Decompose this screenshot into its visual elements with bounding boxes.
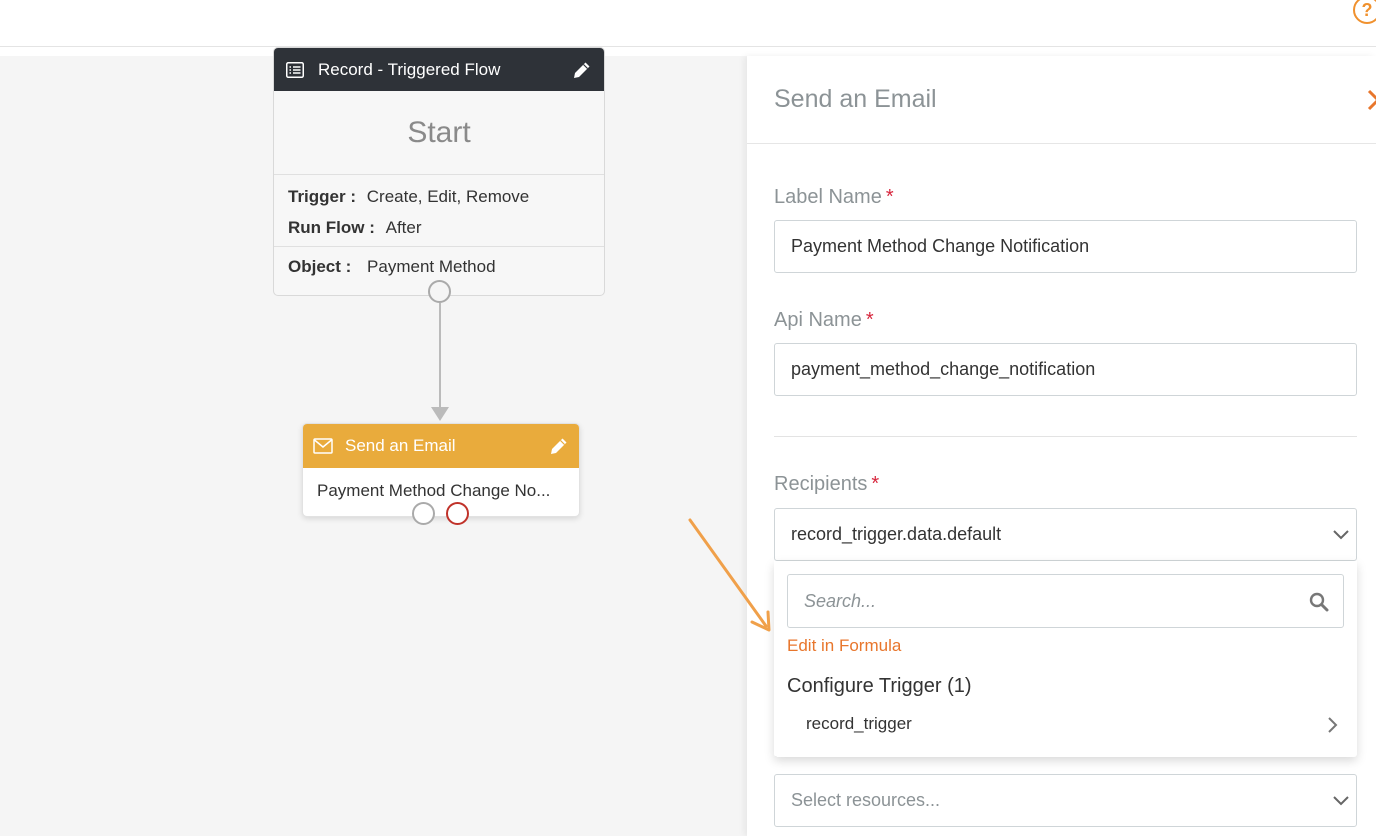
chevron-right-icon[interactable]	[1366, 89, 1376, 111]
search-icon[interactable]	[1309, 592, 1329, 612]
panel-title: Send an Email	[774, 85, 937, 113]
flow-arrowhead	[431, 407, 449, 421]
object-value: Payment Method	[367, 257, 496, 276]
send-email-node[interactable]: Send an Email Payment Method Change No..…	[302, 423, 580, 517]
dropdown-item-label: record_trigger	[806, 714, 912, 733]
list-icon	[286, 61, 304, 78]
email-success-connector[interactable]	[412, 502, 435, 525]
required-marker: *	[885, 186, 894, 208]
run-flow-label: Run Flow :	[288, 218, 375, 237]
start-node[interactable]: Record - Triggered Flow Start Trigger : …	[273, 47, 605, 296]
api-name-input[interactable]: payment_method_change_notification	[774, 343, 1357, 396]
help-icon[interactable]: ?	[1353, 0, 1376, 24]
send-email-node-title: Send an Email	[345, 436, 456, 455]
start-node-title: Record - Triggered Flow	[318, 59, 501, 79]
start-output-connector[interactable]	[428, 280, 451, 303]
run-flow-value: After	[385, 218, 422, 237]
dropdown-item-record-trigger[interactable]: record_trigger	[774, 707, 1357, 741]
mail-icon	[313, 438, 333, 454]
edit-in-formula-link[interactable]: Edit in Formula	[787, 636, 901, 656]
properties-panel: Send an Email Label Name * Payment Method…	[747, 56, 1376, 836]
api-name-label: Api Name *	[774, 309, 874, 331]
recipients-dropdown: Search... Edit in Formula Configure Trig…	[774, 561, 1357, 757]
configure-trigger-group: Configure Trigger (1)	[787, 675, 972, 697]
trigger-value: Create, Edit, Remove	[366, 187, 530, 206]
start-object-info: Object : Payment Method	[274, 247, 604, 277]
annotation-arrow	[688, 518, 771, 632]
label-name-input[interactable]: Payment Method Change Notification	[774, 220, 1357, 273]
chevron-right-icon	[1328, 717, 1338, 733]
trigger-label: Trigger :	[288, 187, 357, 206]
object-label: Object :	[288, 257, 352, 276]
start-label: Start	[274, 91, 604, 175]
recipients-value: record_trigger.data.default	[791, 524, 1002, 544]
required-marker: *	[871, 473, 880, 495]
dropdown-search-input[interactable]: Search...	[787, 574, 1344, 628]
recipients-label: Recipients *	[774, 473, 880, 495]
chevron-down-icon	[1333, 530, 1349, 540]
flow-connector-line	[439, 303, 441, 409]
start-trigger-info: Trigger : Create, Edit, Remove Run Flow …	[274, 175, 604, 247]
email-fault-connector[interactable]	[446, 502, 469, 525]
pencil-icon[interactable]	[572, 60, 592, 80]
panel-header: Send an Email	[747, 56, 1376, 144]
start-node-header: Record - Triggered Flow	[274, 48, 604, 91]
recipients-select[interactable]: record_trigger.data.default	[774, 508, 1357, 561]
section-divider	[774, 436, 1357, 437]
top-bar: ?	[0, 0, 1376, 47]
pencil-icon[interactable]	[549, 436, 569, 456]
send-email-node-label: Payment Method Change No...	[317, 481, 551, 500]
from-placeholder: Select resources...	[791, 790, 941, 810]
required-marker: *	[865, 309, 874, 331]
send-email-node-header: Send an Email	[303, 424, 579, 468]
label-name-label: Label Name *	[774, 186, 894, 208]
from-select[interactable]: Select resources...	[774, 774, 1357, 827]
chevron-down-icon	[1333, 796, 1349, 806]
